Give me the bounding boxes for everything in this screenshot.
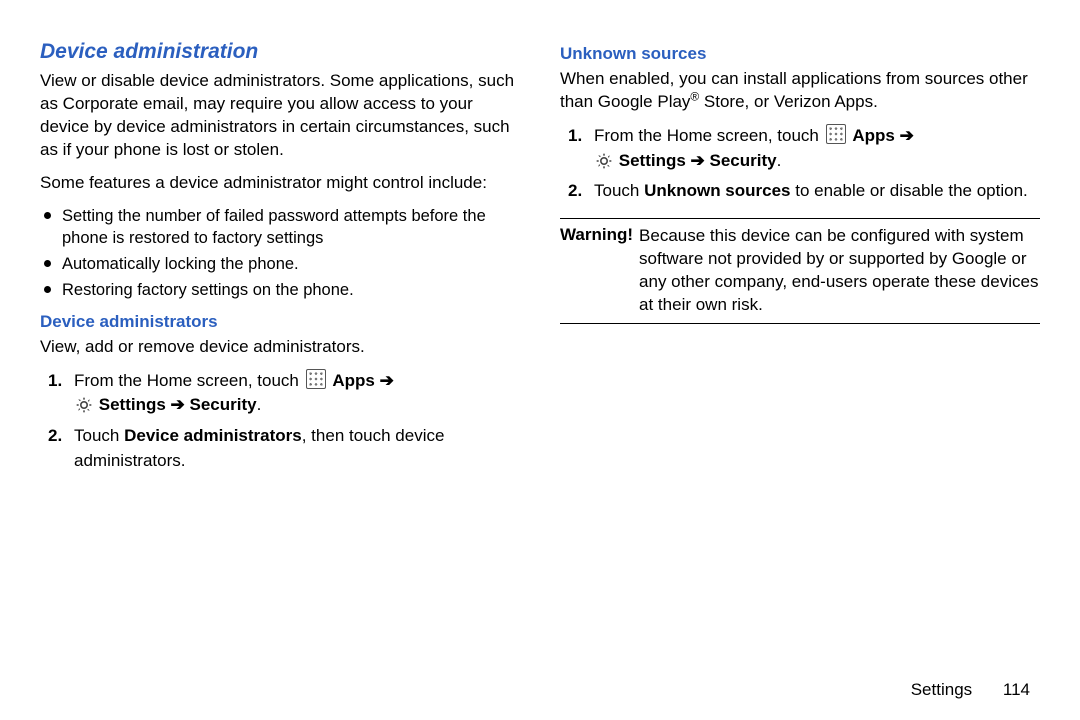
warning-label: Warning!: [560, 225, 633, 317]
left-column: Device administration View or disable de…: [40, 40, 520, 483]
page-footer: Settings 114: [911, 680, 1030, 700]
device-administrators-steps: From the Home screen, touch Apps ➔ Setti…: [40, 369, 520, 474]
step-bold: Unknown sources: [644, 181, 790, 200]
right-column: Unknown sources When enabled, you can in…: [560, 40, 1040, 483]
gear-icon: [76, 397, 92, 413]
settings-label: Settings: [619, 151, 686, 170]
unknown-sources-steps: From the Home screen, touch Apps ➔ Setti…: [560, 124, 1040, 204]
apps-label: Apps: [852, 126, 895, 145]
registered-mark-icon: ®: [690, 89, 699, 103]
arrow-icon: ➔: [691, 151, 705, 170]
feature-item: Setting the number of failed password at…: [62, 205, 520, 250]
step-item: Touch Unknown sources to enable or disab…: [594, 179, 1040, 204]
apps-grid-icon: [306, 369, 326, 389]
arrow-icon: ➔: [900, 126, 914, 145]
device-administrators-intro: View, add or remove device administrator…: [40, 336, 520, 359]
warning-text: Because this device can be configured wi…: [639, 225, 1040, 317]
device-administration-heading: Device administration: [40, 40, 520, 64]
step-text: From the Home screen, touch: [594, 126, 824, 145]
security-label: Security: [710, 151, 777, 170]
apps-label: Apps: [332, 371, 375, 390]
warning-block: Warning! Because this device can be conf…: [560, 218, 1040, 324]
security-label: Security: [190, 395, 257, 414]
step-text: From the Home screen, touch: [74, 371, 304, 390]
content-columns: Device administration View or disable de…: [40, 40, 1040, 483]
step-text: to enable or disable the option.: [791, 181, 1028, 200]
arrow-icon: ➔: [380, 371, 394, 390]
feature-item: Restoring factory settings on the phone.: [62, 279, 520, 301]
intro-text: Store, or Verizon Apps.: [699, 92, 878, 111]
unknown-sources-intro: When enabled, you can install applicatio…: [560, 68, 1040, 114]
device-administration-intro: View or disable device administrators. S…: [40, 70, 520, 162]
step-item: Touch Device administrators, then touch …: [74, 424, 520, 473]
step-item: From the Home screen, touch Apps ➔ Setti…: [594, 124, 1040, 173]
arrow-icon: ➔: [171, 395, 185, 414]
gear-icon: [596, 153, 612, 169]
page: Device administration View or disable de…: [0, 0, 1080, 720]
footer-page-number: 114: [1003, 680, 1030, 699]
settings-label: Settings: [99, 395, 166, 414]
unknown-sources-heading: Unknown sources: [560, 44, 1040, 64]
step-bold: Device administrators: [124, 426, 302, 445]
features-lead: Some features a device administrator mig…: [40, 172, 520, 195]
footer-section: Settings: [911, 680, 972, 699]
apps-grid-icon: [826, 124, 846, 144]
features-list: Setting the number of failed password at…: [40, 205, 520, 302]
feature-item: Automatically locking the phone.: [62, 253, 520, 275]
step-text: Touch: [594, 181, 644, 200]
period: .: [257, 395, 262, 414]
step-text: Touch: [74, 426, 124, 445]
period: .: [777, 151, 782, 170]
step-item: From the Home screen, touch Apps ➔ Setti…: [74, 369, 520, 418]
device-administrators-subheading: Device administrators: [40, 312, 520, 332]
